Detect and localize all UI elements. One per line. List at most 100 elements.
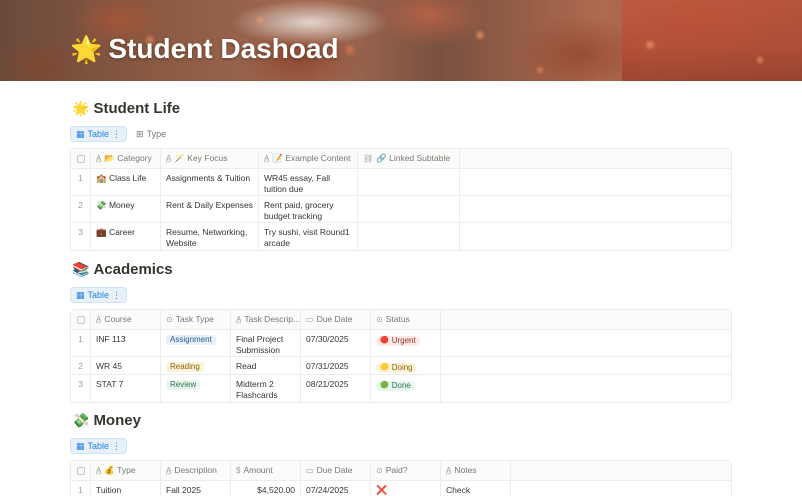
cell-key-focus[interactable]: Assignments & Tuition bbox=[161, 169, 259, 195]
section-academics: 📚 Academics ▦ Table ⋮ A̲ Course ⊙ Task Typ… bbox=[70, 259, 732, 403]
table-icon: ▦ bbox=[76, 128, 85, 139]
cell-category[interactable]: 🏫 Class Life bbox=[91, 169, 161, 195]
select-all-checkbox[interactable] bbox=[76, 154, 85, 163]
column-label: Notes bbox=[454, 465, 477, 475]
cell-linked-subtable[interactable] bbox=[358, 196, 460, 222]
column-header-amount[interactable]: $ Amount bbox=[231, 461, 301, 480]
column-header-description[interactable]: A̲ Description bbox=[161, 461, 231, 480]
view-tab-table[interactable]: ▦ Table ⋮ bbox=[70, 438, 128, 454]
star-icon: 🌟 bbox=[70, 34, 103, 64]
cell-linked-subtable[interactable] bbox=[358, 169, 460, 195]
cell-task-type[interactable]: Reading bbox=[161, 357, 231, 374]
column-header-task-description[interactable]: A̲ Task Descrip... bbox=[231, 310, 301, 329]
select-all-checkbox[interactable] bbox=[76, 315, 85, 324]
column-label: 🔗 Linked Subtable bbox=[376, 153, 451, 163]
text-property-icon: A̲ bbox=[446, 466, 452, 475]
cell-task-type[interactable]: Assignment bbox=[161, 330, 231, 356]
status-property-icon: ⊙ bbox=[376, 315, 383, 324]
cell-task-description[interactable]: Final Project Submission bbox=[231, 330, 301, 356]
text-property-icon: A̲ bbox=[264, 154, 270, 163]
cell-amount[interactable]: $4,520.00 bbox=[231, 481, 301, 496]
column-header-due-date[interactable]: ▭ Due Date bbox=[301, 461, 371, 480]
table-row[interactable]: 3 💼 Career Resume, Networking, Website T… bbox=[71, 223, 731, 250]
column-header-task-type[interactable]: ⊙ Task Type bbox=[161, 310, 231, 329]
column-header-due-date[interactable]: ▭ Due Date bbox=[301, 310, 371, 329]
cell-category[interactable]: 💸 Money bbox=[91, 196, 161, 222]
cell-type[interactable]: Tuition bbox=[91, 481, 161, 496]
row-filler bbox=[441, 330, 731, 356]
academics-table: A̲ Course ⊙ Task Type A̲ Task Descrip... ▭ D… bbox=[70, 309, 732, 403]
section-money: 💸 Money ▦ Table ⋮ A̲ 💰 Type A̲ Description… bbox=[70, 410, 732, 496]
cell-status[interactable]: 🟡 Doing bbox=[371, 357, 441, 374]
cell-example-content[interactable]: Try sushi, visit Round1 arcade bbox=[259, 223, 358, 250]
column-header-course[interactable]: A̲ Course bbox=[91, 310, 161, 329]
title-property-icon: A̲ bbox=[96, 315, 102, 324]
cell-key-focus[interactable]: Rent & Daily Expenses bbox=[161, 196, 259, 222]
more-icon[interactable]: ⋮ bbox=[112, 129, 121, 140]
cell-task-type[interactable]: Review bbox=[161, 375, 231, 402]
column-header-type[interactable]: A̲ 💰 Type bbox=[91, 461, 161, 480]
cell-task-description[interactable]: Read “Bloodchild” bbox=[231, 357, 301, 374]
select-all-cell[interactable] bbox=[71, 310, 91, 329]
cell-category[interactable]: 💼 Career bbox=[91, 223, 161, 250]
column-header-example-content[interactable]: A̲ 📝 Example Content bbox=[259, 149, 358, 168]
red-circle-icon: 🔴 bbox=[380, 337, 389, 344]
cell-task-description[interactable]: Midterm 2 Flashcards Review bbox=[231, 375, 301, 402]
text-property-icon: A̲ bbox=[166, 466, 172, 475]
table-row[interactable]: 2 WR 45 Reading Read “Bloodchild” 07/31/… bbox=[71, 357, 731, 375]
column-label: Course bbox=[104, 314, 132, 324]
view-tab-table[interactable]: ▦ Table ⋮ bbox=[70, 287, 128, 303]
cell-due-date[interactable]: 07/24/2025 bbox=[301, 481, 371, 496]
cell-status[interactable]: 🟢 Done bbox=[371, 375, 441, 402]
column-label: Status bbox=[385, 314, 410, 324]
cell-paid[interactable]: ❌ bbox=[371, 481, 441, 496]
cell-notes[interactable]: Check ZotAccount bbox=[441, 481, 511, 496]
link-icon: ⛓ bbox=[363, 154, 374, 163]
more-icon[interactable]: ⋮ bbox=[112, 441, 121, 452]
cell-due-date[interactable]: 07/31/2025 bbox=[301, 357, 371, 374]
column-header-status[interactable]: ⊙ Status bbox=[371, 310, 441, 329]
cell-course[interactable]: WR 45 bbox=[91, 357, 161, 374]
cell-course[interactable]: STAT 7 bbox=[91, 375, 161, 402]
cell-course[interactable]: INF 113 bbox=[91, 330, 161, 356]
select-all-cell[interactable] bbox=[71, 461, 91, 480]
section-heading: 💸 Money bbox=[70, 410, 732, 430]
cell-description[interactable]: Fall 2025 Tuition Fee bbox=[161, 481, 231, 496]
cell-example-content[interactable]: Rent paid, grocery budget tracking bbox=[259, 196, 358, 222]
row-number: 2 bbox=[71, 196, 91, 222]
row-filler bbox=[460, 223, 731, 250]
column-header-linked-subtable[interactable]: ⛓ 🔗 Linked Subtable bbox=[358, 149, 460, 168]
section-heading: 📚 Academics bbox=[70, 259, 732, 279]
table-header: A̲ 💰 Type A̲ Description $ Amount ▭ Due Date… bbox=[71, 461, 731, 481]
select-all-cell[interactable] bbox=[71, 149, 91, 168]
column-header-key-focus[interactable]: A̲ 🪄 Key Focus bbox=[161, 149, 259, 168]
cell-example-content[interactable]: WR45 essay, Fall tuition due bbox=[259, 169, 358, 195]
money-icon: 💸 bbox=[72, 411, 90, 428]
cell-due-date[interactable]: 07/30/2025 bbox=[301, 330, 371, 356]
student-life-table: A̲ 📂 Category A̲ 🪄 Key Focus A̲ 📝 Example C… bbox=[70, 148, 732, 251]
table-row[interactable]: 3 STAT 7 Review Midterm 2 Flashcards Rev… bbox=[71, 375, 731, 402]
table-row[interactable]: 2 💸 Money Rent & Daily Expenses Rent pai… bbox=[71, 196, 731, 223]
column-header-notes[interactable]: A̲ Notes bbox=[441, 461, 511, 480]
cell-key-focus[interactable]: Resume, Networking, Website bbox=[161, 223, 259, 250]
table-row[interactable]: 1 INF 113 Assignment Final Project Submi… bbox=[71, 330, 731, 357]
table-row[interactable]: 1 Tuition Fall 2025 Tuition Fee $4,520.0… bbox=[71, 481, 731, 496]
cell-due-date[interactable]: 08/21/2025 bbox=[301, 375, 371, 402]
column-header-category[interactable]: A̲ 📂 Category bbox=[91, 149, 161, 168]
table-icon: ▦ bbox=[76, 289, 85, 300]
table-header: A̲ 📂 Category A̲ 🪄 Key Focus A̲ 📝 Example C… bbox=[71, 149, 731, 169]
page-title[interactable]: 🌟 Student Dashoad bbox=[70, 33, 339, 65]
row-number: 3 bbox=[71, 375, 91, 402]
view-tab-table[interactable]: ▦ Table ⋮ bbox=[70, 126, 128, 142]
column-header-paid[interactable]: ⊙ Paid? bbox=[371, 461, 441, 480]
cell-status[interactable]: 🔴 Urgent bbox=[371, 330, 441, 356]
header-filler bbox=[511, 461, 731, 480]
task-type-tag: Reading bbox=[166, 362, 204, 372]
row-filler bbox=[441, 375, 731, 402]
view-tab-type[interactable]: ⊞ Type bbox=[131, 126, 171, 142]
cell-linked-subtable[interactable] bbox=[358, 223, 460, 250]
select-all-checkbox[interactable] bbox=[76, 466, 85, 475]
table-row[interactable]: 1 🏫 Class Life Assignments & Tuition WR4… bbox=[71, 169, 731, 196]
view-tab-label: Table bbox=[87, 441, 110, 451]
more-icon[interactable]: ⋮ bbox=[112, 290, 121, 301]
